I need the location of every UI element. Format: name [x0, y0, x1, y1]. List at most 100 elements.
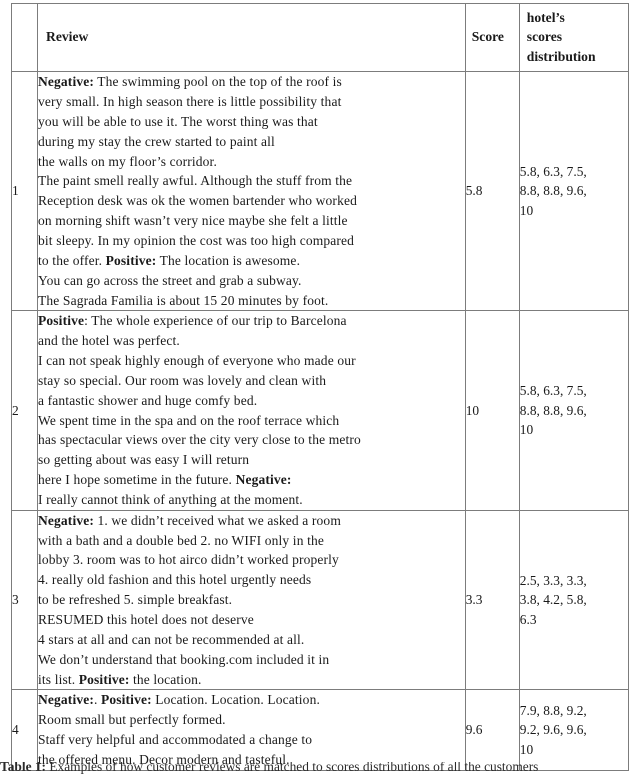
distribution-line: 10: [519, 203, 534, 219]
review-line: and the hotel was perfect.: [38, 331, 465, 351]
review-line-text: Reception desk was ok the women bartende…: [38, 193, 357, 209]
sentiment-label: Negative:: [38, 692, 94, 708]
review-line: to the offer. Positive: The location is …: [38, 251, 465, 271]
review-score: 5.8: [464, 71, 520, 312]
review-line: RESUMED this hotel does not deserve: [38, 610, 465, 630]
review-line: on morning shift wasn’t very nice maybe …: [38, 211, 465, 231]
distribution-line: 10: [519, 422, 534, 438]
review-line-text: I can not speak highly enough of everyon…: [38, 353, 356, 369]
review-line-text: you will be able to use it. The worst th…: [38, 113, 318, 129]
distribution-line: 3.8, 4.2, 5.8,: [519, 592, 587, 608]
table-row: 2 Positive: The whole experience of our t…: [10, 310, 630, 511]
review-line-text: The location is awesome.: [156, 252, 301, 268]
review-line-text: very small. In high season there is litt…: [38, 94, 342, 110]
hotel-scores-distribution: 7.9, 8.8, 9.2, 9.2, 9.6, 9.6, 10: [518, 689, 630, 771]
review-line: you will be able to use it. The worst th…: [38, 112, 465, 132]
review-line-text: 4 stars at all and can not be recommende…: [38, 631, 305, 647]
review-text-cell: Negative: 1. we didn’t received what we …: [37, 509, 466, 691]
review-line-text: the walls on my floor’s corridor.: [38, 153, 217, 169]
review-line-text: stay so special. Our room was lovely and…: [38, 372, 327, 388]
sentiment-label: Negative:: [235, 472, 292, 488]
distribution-line: 6.3: [519, 611, 537, 627]
review-line-text: to the offer.: [38, 252, 106, 268]
table-row: 4 Negative:. Positive: Location. Location…: [10, 689, 630, 771]
review-line: You can go across the street and grab a …: [38, 271, 465, 291]
review-line: bit sleepy. In my opinion the cost was t…: [38, 231, 465, 251]
review-line: during my stay the crew started to paint…: [38, 132, 465, 152]
sentiment-label: Negative:: [38, 512, 94, 528]
figure-caption-label: Table 1:: [0, 762, 47, 774]
distribution-label-line-2: scores: [526, 29, 563, 45]
review-line-text: Location. Location. Location.: [151, 692, 320, 708]
review-line-text: on morning shift wasn’t very nice maybe …: [38, 213, 348, 229]
column-header-distribution: hotel’s scores distribution: [518, 2, 630, 73]
review-score: 10: [464, 310, 520, 511]
review-line-text: its list.: [38, 671, 79, 687]
distribution-label-line-3: distribution: [526, 48, 596, 64]
column-header-score-label: Score: [471, 29, 504, 45]
review-line: a fantastic shower and huge comfy bed.: [38, 391, 465, 411]
column-header-review: Review: [37, 2, 466, 73]
review-text-cell: Negative: The swimming pool on the top o…: [37, 71, 466, 312]
review-line: 4 stars at all and can not be recommende…: [38, 630, 465, 650]
table-row: 3 Negative: 1. we didn’t received what we…: [10, 509, 630, 691]
row-index: 3: [10, 509, 39, 691]
review-line-text: The Sagrada Familia is about 15 20 minut…: [38, 292, 329, 308]
review-line-text: to be refreshed 5. simple breakfast.: [38, 592, 233, 608]
review-line-text: You can go across the street and grab a …: [38, 272, 302, 288]
hotel-scores-distribution: 5.8, 6.3, 7.5, 8.8, 8.8, 9.6, 10: [518, 310, 630, 511]
review-line-text: Room small but perfectly formed.: [38, 712, 226, 728]
figure-page: Review Score hotel’s scores distribution…: [0, 0, 640, 775]
column-header-index: [10, 2, 39, 73]
review-line-text: during my stay the crew started to paint…: [38, 133, 275, 149]
review-line: Negative: The swimming pool on the top o…: [38, 72, 465, 92]
review-line: the walls on my floor’s corridor.: [38, 152, 465, 172]
review-line: I can not speak highly enough of everyon…: [38, 351, 465, 371]
review-line-text: bit sleepy. In my opinion the cost was t…: [38, 232, 355, 248]
figure-caption: Table 1: Examples of how customer review…: [0, 762, 640, 775]
review-line-text: here I hope sometime in the future.: [38, 472, 236, 488]
review-line-text: We don’t understand that booking.com inc…: [38, 651, 330, 667]
review-line: Positive: The whole experience of our tr…: [38, 311, 465, 331]
review-line-text: : The whole experience of our trip to Ba…: [84, 313, 347, 329]
sentiment-label: Positive: [38, 313, 85, 329]
column-header-review-label: Review: [46, 29, 89, 45]
review-line-text: and the hotel was perfect.: [38, 333, 180, 349]
review-line: lobby 3. room was to hot airco didn’t wo…: [38, 550, 465, 570]
review-line-text: so getting about was easy I will return: [38, 452, 250, 468]
distribution-line: 2.5, 3.3, 3.3,: [519, 572, 587, 588]
distribution-line: 5.8, 6.3, 7.5,: [519, 383, 587, 399]
distribution-line: 10: [519, 741, 534, 757]
review-line-text: The swimming pool on the top of the roof…: [93, 74, 342, 90]
review-line: has spectacular views over the city very…: [38, 430, 465, 450]
distribution-line: 5.8, 6.3, 7.5,: [519, 163, 587, 179]
review-line-text: RESUMED this hotel does not deserve: [38, 612, 254, 627]
sentiment-label: Positive:: [101, 692, 152, 708]
review-line: 4. really old fashion and this hotel urg…: [38, 570, 465, 590]
distribution-label-line-1: hotel’s: [526, 10, 565, 25]
review-text-cell: Negative:. Positive: Location. Location.…: [37, 689, 466, 771]
review-line-text: We spent time in the spa and on the roof…: [38, 412, 340, 428]
review-line: here I hope sometime in the future. Nega…: [38, 470, 465, 490]
review-line: The paint smell really awful. Although t…: [38, 171, 465, 191]
row-index: 4: [10, 689, 39, 771]
review-line: I really cannot think of anything at the…: [38, 490, 465, 510]
hotel-scores-distribution: 2.5, 3.3, 3.3, 3.8, 4.2, 5.8, 6.3: [518, 509, 630, 691]
review-line: so getting about was easy I will return: [38, 450, 465, 470]
review-line-text: has spectacular views over the city very…: [38, 432, 361, 448]
review-line-text: the location.: [129, 671, 202, 687]
sentiment-label: Positive:: [105, 252, 157, 268]
review-line: stay so special. Our room was lovely and…: [38, 371, 465, 391]
table-body: 1 Negative: The swimming pool on the top …: [10, 71, 630, 771]
review-line: The Sagrada Familia is about 15 20 minut…: [38, 291, 465, 311]
sentiment-label: Positive:: [78, 671, 130, 687]
review-line-text: Staff very helpful and accommodated a ch…: [38, 732, 313, 748]
row-index: 2: [10, 310, 39, 511]
review-line: Staff very helpful and accommodated a ch…: [38, 730, 465, 750]
review-line-text: 1. we didn’t received what we asked a ro…: [93, 512, 341, 528]
review-line: with a bath and a double bed 2. no WIFI …: [38, 531, 465, 551]
review-line-text: I really cannot think of anything at the…: [38, 491, 303, 507]
row-index: 1: [10, 71, 39, 312]
review-score: 9.6: [464, 689, 520, 771]
review-line: Negative: 1. we didn’t received what we …: [38, 511, 465, 531]
